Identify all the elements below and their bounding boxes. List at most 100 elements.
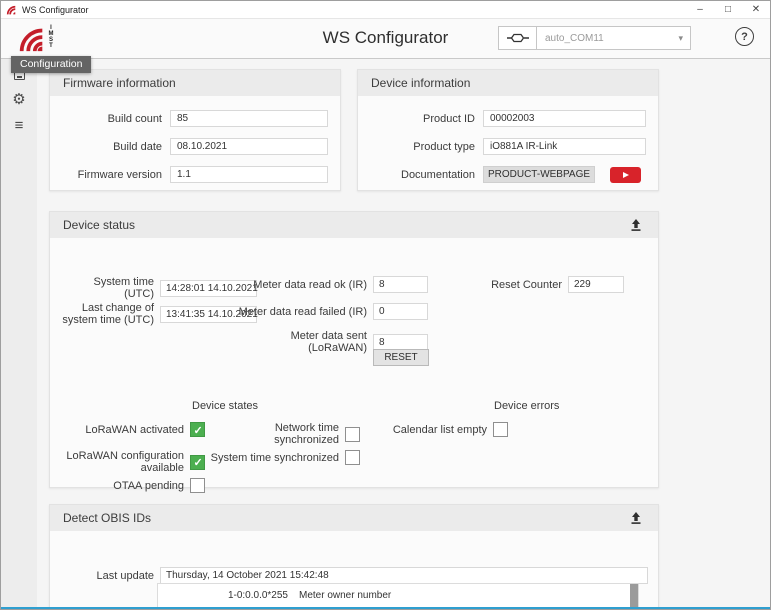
device-info-card: Device information Product ID 00002003 P…	[357, 69, 659, 191]
sidebar-item-settings[interactable]: ⚙	[1, 92, 37, 107]
lorawan-config-row: LoRaWAN configuration available	[62, 450, 205, 474]
app-window: WS Configurator – □ ✕ IMST WS Configurat…	[0, 0, 771, 610]
configuration-tooltip: Configuration	[11, 56, 92, 73]
device-states-header: Device states	[192, 400, 259, 412]
product-type-row: Product type iO881A IR-Link	[370, 138, 646, 155]
lorawan-activated-label: LoRaWAN activated	[85, 423, 184, 436]
obis-title: Detect OBIS IDs	[63, 511, 152, 525]
last-change-row: Last change of system time (UTC) 13:41:3…	[62, 302, 257, 326]
lorawan-activated-row: LoRaWAN activated	[62, 422, 205, 437]
titlebar: WS Configurator – □ ✕	[1, 1, 770, 19]
upload-icon	[631, 219, 641, 231]
upload-icon	[631, 512, 641, 524]
window-title: WS Configurator	[22, 4, 89, 15]
reset-counter-row: Reset Counter 229	[490, 276, 624, 293]
network-time-label: Network time synchronized	[274, 422, 339, 446]
network-time-checkbox[interactable]	[345, 426, 360, 442]
network-time-row: Network time synchronized	[209, 422, 360, 446]
hamburger-menu-icon: ≡	[14, 117, 24, 134]
system-time-sync-checkbox[interactable]	[345, 450, 360, 465]
last-change-label: Last change of system time (UTC)	[62, 302, 154, 326]
obis-card: Detect OBIS IDs Last update Thursday, 14…	[49, 504, 659, 609]
obis-list[interactable]: 1-0:0.0.0*255 Meter owner number 1-0:1.8…	[157, 583, 639, 609]
product-type-label: Product type	[413, 140, 475, 153]
firmware-info-header: Firmware information	[50, 70, 340, 96]
firmware-info-card: Firmware information Build count 85 Buil…	[49, 69, 341, 191]
last-update-label: Last update	[96, 569, 155, 582]
firmware-version-label: Firmware version	[77, 168, 162, 181]
device-status-card: Device status System time (UTC) 14:28:01…	[49, 211, 659, 493]
build-date-field: 08.10.2021	[170, 138, 328, 155]
close-button[interactable]: ✕	[742, 1, 770, 18]
last-update-row: Last update Thursday, 14 October 2021 15…	[62, 567, 648, 584]
obis-upload-button[interactable]	[627, 510, 645, 526]
obis-list-item[interactable]: 1-0:0.0.0*255 Meter owner number	[158, 587, 638, 604]
meter-read-ok-row: Meter data read ok (IR) 8	[230, 276, 428, 293]
calendar-list-empty-row: Calendar list empty	[362, 422, 508, 437]
device-errors-header: Device errors	[494, 400, 560, 412]
device-info-title: Device information	[371, 76, 471, 90]
obis-scrollbar-thumb[interactable]	[630, 584, 638, 608]
product-type-field: iO881A IR-Link	[483, 138, 646, 155]
com-port-select[interactable]: auto_COM11 ▾	[498, 26, 691, 50]
help-button[interactable]: ?	[735, 27, 754, 46]
connector-icon	[499, 27, 537, 49]
otaa-pending-row: OTAA pending	[62, 478, 205, 493]
maximize-button[interactable]: □	[714, 1, 742, 18]
app-logo-icon	[6, 5, 16, 15]
reset-button[interactable]: RESET	[373, 349, 429, 366]
obis-description: Meter owner number	[299, 590, 392, 601]
build-count-row: Build count 85	[62, 110, 328, 127]
firmware-version-row: Firmware version 1.1	[62, 166, 328, 183]
system-time-row: System time (UTC) 14:28:01 14.10.2021	[62, 276, 257, 300]
com-port-value: auto_COM11	[545, 32, 604, 44]
upload-button[interactable]	[627, 217, 645, 233]
device-status-header: Device status	[50, 212, 658, 238]
product-id-field: 00002003	[483, 110, 646, 127]
sidebar: ⚙ ≡	[1, 59, 37, 609]
meter-read-ok-label: Meter data read ok (IR)	[253, 278, 367, 291]
reset-counter-label: Reset Counter	[491, 278, 562, 291]
obis-header: Detect OBIS IDs	[50, 505, 658, 531]
documentation-label: Documentation	[401, 168, 475, 181]
lorawan-config-checkbox[interactable]	[190, 454, 205, 470]
firmware-version-field: 1.1	[170, 166, 328, 183]
product-id-row: Product ID 00002003	[370, 110, 646, 127]
otaa-pending-label: OTAA pending	[113, 479, 184, 492]
minimize-button[interactable]: –	[686, 1, 714, 18]
system-time-sync-label: System time synchronized	[210, 451, 339, 464]
page-title: WS Configurator	[322, 28, 449, 47]
video-button[interactable]	[610, 166, 641, 183]
calendar-list-empty-checkbox[interactable]	[493, 422, 508, 437]
documentation-row: Documentation PRODUCT-WEBPAGE	[370, 166, 646, 183]
build-date-label: Build date	[113, 140, 162, 153]
product-id-label: Product ID	[423, 112, 475, 125]
product-webpage-button[interactable]: PRODUCT-WEBPAGE	[483, 166, 595, 183]
build-date-row: Build date 08.10.2021	[62, 138, 328, 155]
obis-code: 1-0:0.0.0*255	[227, 590, 288, 601]
meter-sent-label: Meter data sent (LoRaWAN)	[290, 330, 367, 354]
build-count-field: 85	[170, 110, 328, 127]
build-count-label: Build count	[107, 112, 162, 125]
imst-logo: IMST	[17, 23, 54, 53]
firmware-info-title: Firmware information	[63, 76, 176, 90]
device-info-header: Device information	[358, 70, 658, 96]
meter-sent-field: 8	[373, 333, 428, 351]
gear-icon: ⚙	[12, 91, 26, 108]
chevron-down-icon: ▾	[678, 32, 683, 43]
device-status-title: Device status	[63, 218, 136, 232]
reset-counter-field: 229	[568, 276, 624, 293]
meter-read-ok-field: 8	[373, 276, 428, 293]
window-bottom-edge	[1, 607, 770, 609]
otaa-pending-checkbox[interactable]	[190, 478, 205, 493]
meter-read-failed-field: 0	[373, 303, 428, 320]
sidebar-item-menu[interactable]: ≡	[1, 117, 37, 134]
lorawan-activated-checkbox[interactable]	[190, 422, 205, 437]
imst-logo-letters: IMST	[48, 25, 54, 49]
system-time-label: System time (UTC)	[93, 276, 154, 300]
calendar-list-empty-label: Calendar list empty	[392, 423, 487, 436]
play-icon	[623, 171, 629, 178]
meter-read-failed-label: Meter data read failed (IR)	[238, 305, 367, 318]
system-time-sync-row: System time synchronized	[209, 450, 360, 465]
imst-logo-arcs-icon	[19, 28, 43, 52]
